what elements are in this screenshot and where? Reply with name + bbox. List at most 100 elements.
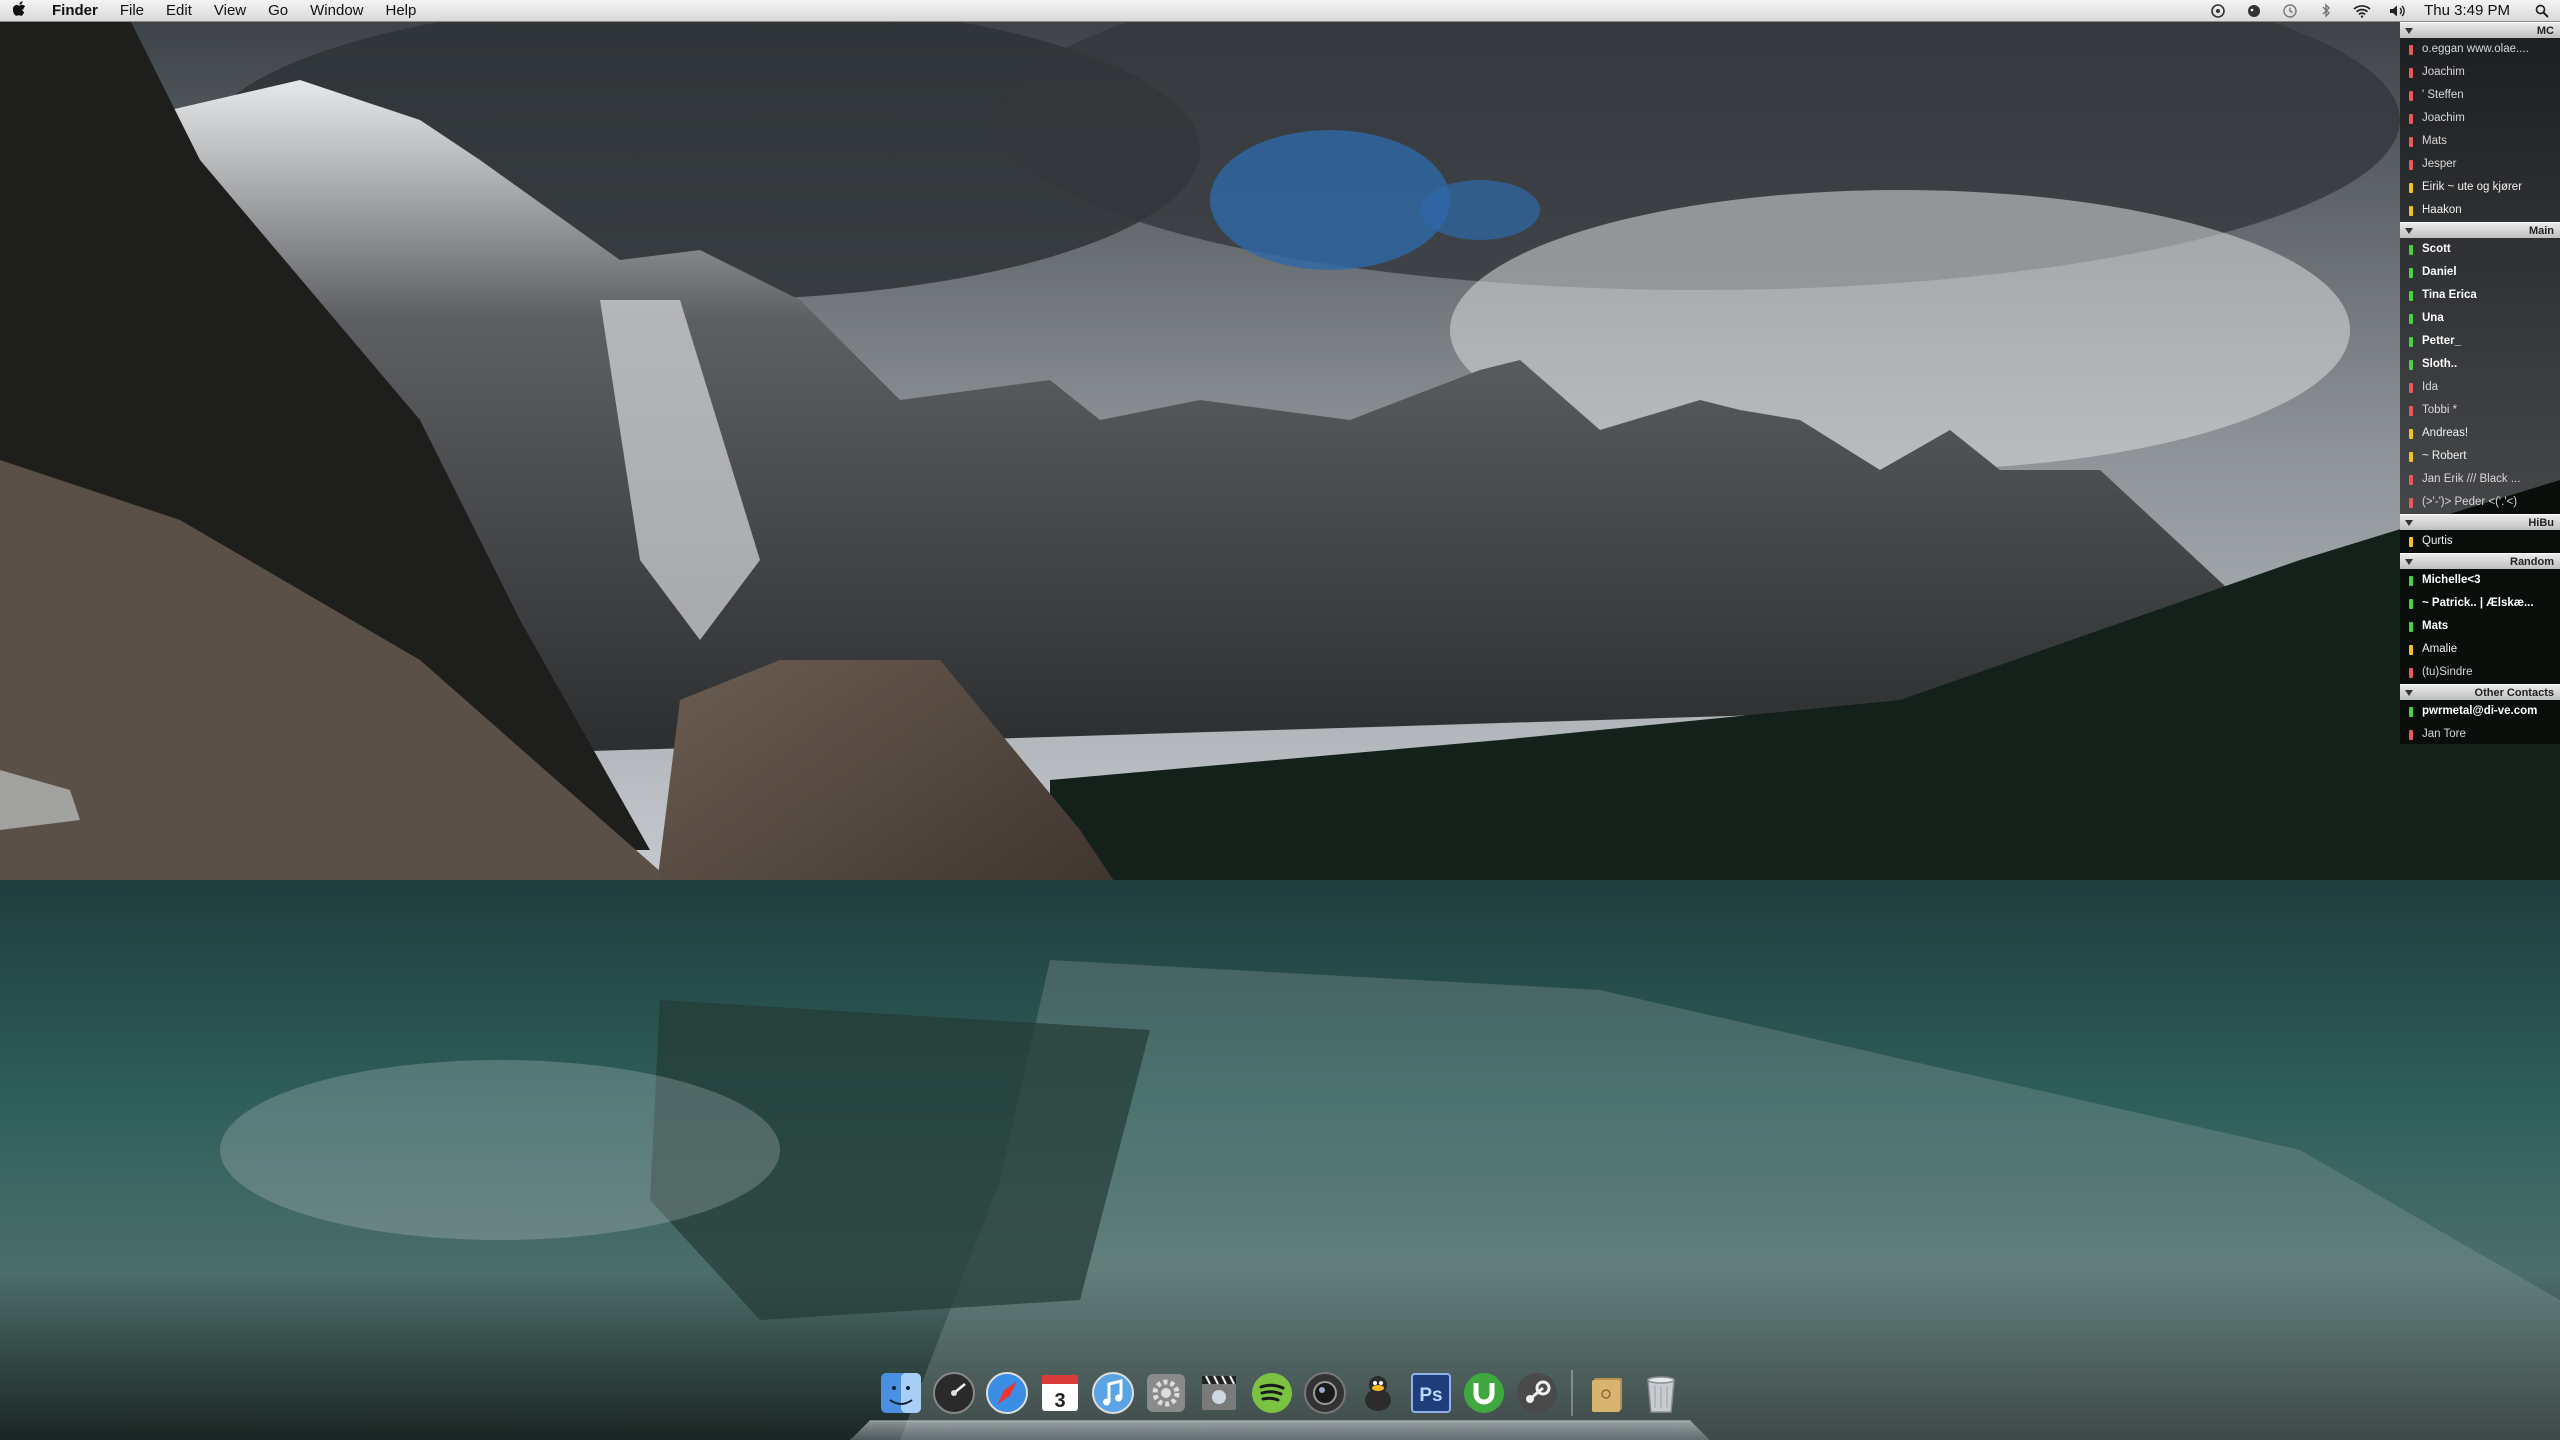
trash-icon[interactable] <box>1638 1370 1684 1416</box>
system-preferences-icon[interactable] <box>1143 1370 1189 1416</box>
contact-item[interactable]: o.eggan www.olae.... <box>2400 38 2560 61</box>
group-header-other-contacts[interactable]: Other Contacts <box>2400 684 2560 700</box>
imovie-icon[interactable] <box>1196 1370 1242 1416</box>
status-indicator-icon <box>2409 730 2413 740</box>
contact-item[interactable]: Mats <box>2400 615 2560 638</box>
volume-icon[interactable] <box>2387 4 2409 18</box>
contact-name: (tu)Sindre <box>2422 666 2473 678</box>
contact-item[interactable]: ~ Robert <box>2400 445 2560 468</box>
menu-window[interactable]: Window <box>299 2 374 19</box>
safari-icon[interactable] <box>984 1370 1030 1416</box>
contact-item[interactable]: Jan Tore <box>2400 723 2560 746</box>
contact-item[interactable]: Scott <box>2400 238 2560 261</box>
contact-item[interactable]: ~ Patrick.. | Ælskæ... <box>2400 592 2560 615</box>
contact-item[interactable]: Andreas! <box>2400 422 2560 445</box>
spotify-icon[interactable] <box>1249 1370 1295 1416</box>
contact-name: (>'-')> Peder <('.'<) <box>2422 496 2518 508</box>
status-indicator-icon <box>2409 160 2413 170</box>
disclosure-triangle-icon[interactable] <box>2405 559 2413 565</box>
contact-name: Eirik ~ ute og kjører <box>2422 181 2523 193</box>
contact-item[interactable]: Tina Erica <box>2400 284 2560 307</box>
photoshop-icon[interactable]: Ps <box>1408 1370 1454 1416</box>
disclosure-triangle-icon[interactable] <box>2405 520 2413 526</box>
status-indicator-icon <box>2409 429 2413 439</box>
status-indicator-icon <box>2409 91 2413 101</box>
contact-item[interactable]: ' Steffen <box>2400 84 2560 107</box>
contact-item[interactable]: (tu)Sindre <box>2400 661 2560 684</box>
app-menu-finder[interactable]: Finder <box>40 2 109 19</box>
group-header-mc[interactable]: MC <box>2400 22 2560 38</box>
contact-item[interactable]: Michelle<3 <box>2400 569 2560 592</box>
group-header-main[interactable]: Main <box>2400 222 2560 238</box>
contact-name: Daniel <box>2422 266 2457 278</box>
status-indicator-icon <box>2409 622 2413 632</box>
contact-item[interactable]: Joachim <box>2400 61 2560 84</box>
bluetooth-icon[interactable] <box>2315 3 2337 18</box>
spotlight-icon[interactable] <box>2531 4 2553 18</box>
steam-icon[interactable] <box>1514 1370 1560 1416</box>
contact-item[interactable]: Eirik ~ ute og kjører <box>2400 176 2560 199</box>
contact-item[interactable]: Joachim <box>2400 107 2560 130</box>
photoshop-label: Ps <box>1419 1385 1442 1406</box>
dashboard-icon[interactable] <box>931 1370 977 1416</box>
group-name: Random <box>2510 556 2554 568</box>
status-indicator-icon <box>2409 537 2413 547</box>
desktop-wallpaper <box>0 0 2560 1440</box>
adium-icon[interactable] <box>2243 4 2265 18</box>
documents-stack-icon[interactable] <box>1585 1370 1631 1416</box>
menu-edit[interactable]: Edit <box>155 2 203 19</box>
status-indicator-icon <box>2409 498 2413 508</box>
ical-icon[interactable]: 3 <box>1037 1370 1083 1416</box>
contact-item[interactable]: Sloth.. <box>2400 353 2560 376</box>
contact-name: Sloth.. <box>2422 358 2458 370</box>
menu-help[interactable]: Help <box>375 2 428 19</box>
adium-duck-icon[interactable] <box>1355 1370 1401 1416</box>
contact-name: pwrmetal@di-ve.com <box>2422 705 2538 717</box>
disclosure-triangle-icon[interactable] <box>2405 228 2413 234</box>
group-header-random[interactable]: Random <box>2400 553 2560 569</box>
menu-go[interactable]: Go <box>257 2 299 19</box>
status-indicator-icon <box>2409 707 2413 717</box>
group-header-hibu[interactable]: HiBu <box>2400 514 2560 530</box>
status-indicator-icon <box>2409 337 2413 347</box>
finder-icon[interactable] <box>878 1370 924 1416</box>
group-name: MC <box>2536 25 2554 37</box>
status-indicator-icon <box>2409 645 2413 655</box>
contact-item[interactable]: pwrmetal@di-ve.com <box>2400 700 2560 723</box>
contact-name: Amalie <box>2422 643 2458 655</box>
utorrent-icon[interactable] <box>1461 1370 1507 1416</box>
disclosure-triangle-icon[interactable] <box>2405 690 2413 696</box>
menu-file[interactable]: File <box>109 2 155 19</box>
status-indicator-icon <box>2409 291 2413 301</box>
aperture-icon[interactable] <box>1302 1370 1348 1416</box>
contact-item[interactable]: Qurtis <box>2400 530 2560 553</box>
menu-view[interactable]: View <box>203 2 257 19</box>
contact-item[interactable]: Ida <box>2400 376 2560 399</box>
contact-name: Jan Erik /// Black ... <box>2422 473 2521 485</box>
apple-menu-icon[interactable] <box>0 0 40 21</box>
status-indicator-icon <box>2409 668 2413 678</box>
contact-item[interactable]: Una <box>2400 307 2560 330</box>
status-indicator-icon <box>2409 183 2413 193</box>
wifi-icon[interactable] <box>2351 4 2373 18</box>
itunes-icon[interactable] <box>1090 1370 1136 1416</box>
contact-item[interactable]: Mats <box>2400 130 2560 153</box>
contact-item[interactable]: (>'-')> Peder <('.'<) <box>2400 491 2560 514</box>
contact-item[interactable]: Jesper <box>2400 153 2560 176</box>
skype-icon[interactable] <box>2207 3 2229 18</box>
contact-item[interactable]: Haakon <box>2400 199 2560 222</box>
contact-name: Ida <box>2422 381 2438 393</box>
time-machine-icon[interactable] <box>2279 3 2301 18</box>
status-indicator-icon <box>2409 45 2413 55</box>
contact-item[interactable]: Petter_ <box>2400 330 2560 353</box>
menubar-clock[interactable]: Thu 3:49 PM <box>2416 2 2524 19</box>
contact-item[interactable]: Jan Erik /// Black ... <box>2400 468 2560 491</box>
contact-item[interactable]: Daniel <box>2400 261 2560 284</box>
contact-name: Andreas! <box>2422 427 2469 439</box>
contact-name: Scott <box>2422 243 2451 255</box>
contact-item[interactable]: Amalie <box>2400 638 2560 661</box>
contact-item[interactable]: Tobbi * <box>2400 399 2560 422</box>
status-indicator-icon <box>2409 576 2413 586</box>
disclosure-triangle-icon[interactable] <box>2405 28 2413 34</box>
contact-name: Jesper <box>2422 158 2457 170</box>
